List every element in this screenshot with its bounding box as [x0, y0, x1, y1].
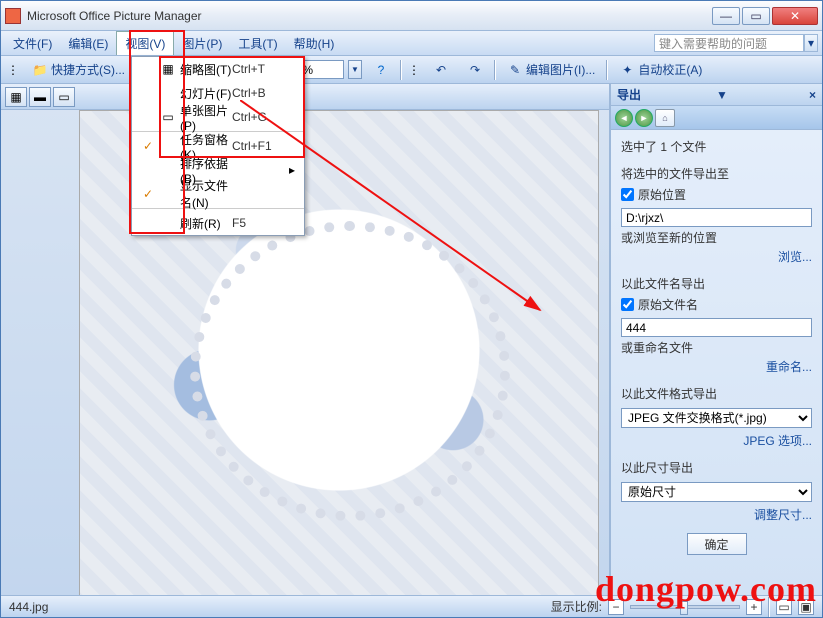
format-select[interactable]: JPEG 文件交换格式(*.jpg) — [621, 408, 812, 428]
name-sect-label: 以此文件名导出 — [621, 275, 812, 292]
size-select[interactable]: 原始尺寸 — [621, 482, 812, 502]
item-label: 单张图片(P) — [178, 102, 232, 133]
help-search-input[interactable]: 键入需要帮助的问题 — [654, 34, 804, 52]
menu-item[interactable]: 刷新(R)F5 — [132, 211, 304, 235]
orig-name-check[interactable] — [621, 298, 634, 311]
edit-icon: ✎ — [507, 62, 523, 78]
path-input[interactable] — [621, 208, 812, 227]
item-icon: ▭ — [158, 110, 178, 124]
menu-item[interactable]: ▦缩略图(T)Ctrl+T — [132, 57, 304, 81]
auto-correct-button[interactable]: ✦自动校正(A) — [612, 59, 709, 81]
app-icon — [5, 8, 21, 24]
separator — [400, 60, 402, 80]
size-sect-label: 以此尺寸导出 — [621, 459, 812, 476]
nav-back-button[interactable]: ◄ — [615, 109, 633, 127]
toolbar: ⋮ 📁快捷方式(S)... ▦ ▬ ▭ 🔍 93% ▼ ? ⋮ ↶ ↷ ✎编辑图… — [1, 56, 822, 84]
view-menu-dropdown: ▦缩略图(T)Ctrl+T幻灯片(F)Ctrl+B▭单张图片(P)Ctrl+G✓… — [131, 56, 305, 236]
item-label: 刷新(R) — [178, 215, 232, 232]
image-canvas: ▦ ▬ ▭ — [1, 84, 610, 595]
panel-header: 导出 ▼ × — [611, 84, 822, 106]
rotate-left-icon: ↶ — [433, 62, 449, 78]
jpeg-options-link[interactable]: JPEG 选项... — [621, 432, 812, 449]
view-btn-2[interactable]: ▬ — [29, 87, 51, 107]
shortcut-label: Ctrl+G — [232, 110, 286, 124]
rename-label: 或重命名文件 — [621, 339, 812, 356]
menu-help[interactable]: 帮助(H) — [286, 32, 343, 55]
nav-fwd-button[interactable]: ► — [635, 109, 653, 127]
rotate-right-button[interactable]: ↷ — [460, 59, 490, 81]
view-btn-1[interactable]: ▦ — [5, 87, 27, 107]
menu-bar: 文件(F) 编辑(E) 视图(V) 图片(P) 工具(T) 帮助(H) 键入需要… — [1, 31, 822, 56]
shortcut-label: F5 — [232, 216, 286, 230]
view-btn-3[interactable]: ▭ — [53, 87, 75, 107]
orig-location-label: 原始位置 — [638, 186, 686, 203]
help-dropdown[interactable]: ▾ — [804, 34, 818, 52]
panel-nav: ◄ ► ⌂ — [611, 106, 822, 130]
menu-edit[interactable]: 编辑(E) — [60, 32, 116, 55]
shortcut-label: Ctrl+B — [232, 86, 286, 100]
check-icon: ✓ — [138, 139, 158, 153]
menu-item[interactable]: ✓显示文件名(N) — [132, 182, 304, 206]
submenu-arrow-icon: ▸ — [286, 163, 298, 177]
maximize-button[interactable]: ▭ — [742, 7, 770, 25]
selection-count: 选中了 1 个文件 — [621, 138, 812, 155]
item-label: 显示文件名(N) — [178, 177, 232, 211]
grip-icon: ⋮ — [5, 62, 21, 78]
separator — [606, 60, 608, 80]
browse-link[interactable]: 浏览... — [621, 248, 812, 265]
help-icon: ? — [373, 62, 389, 78]
menu-file[interactable]: 文件(F) — [5, 32, 60, 55]
shortcut-label: Ctrl+F1 — [232, 139, 286, 153]
orig-name-label: 原始文件名 — [638, 296, 698, 313]
ok-button[interactable]: 确定 — [687, 533, 747, 555]
rename-link[interactable]: 重命名... — [621, 358, 812, 375]
panel-dropdown-icon[interactable]: ▼ — [716, 88, 728, 102]
menu-view[interactable]: 视图(V) — [116, 31, 174, 55]
orig-name-checkbox[interactable]: 原始文件名 — [621, 296, 812, 313]
window-title: Microsoft Office Picture Manager — [27, 9, 712, 23]
shortcut-label: 快捷方式(S)... — [51, 61, 125, 78]
orig-location-check[interactable] — [621, 188, 634, 201]
panel-title: 导出 — [617, 86, 641, 103]
close-button[interactable]: ✕ — [772, 7, 818, 25]
export-panel: 导出 ▼ × ◄ ► ⌂ 选中了 1 个文件 将选中的文件导出至 原始位置 或浏… — [610, 84, 822, 595]
resize-link[interactable]: 调整尺寸... — [621, 506, 812, 523]
separator — [494, 60, 496, 80]
watermark: dongpow.com — [595, 568, 817, 610]
item-icon: ▦ — [158, 62, 178, 76]
export-to-label: 将选中的文件导出至 — [621, 165, 812, 182]
panel-close-icon[interactable]: × — [809, 88, 816, 102]
item-label: 幻灯片(F) — [178, 85, 232, 102]
item-label: 缩略图(T) — [178, 61, 232, 78]
filename-input[interactable] — [621, 318, 812, 337]
menu-tools[interactable]: 工具(T) — [230, 32, 285, 55]
shortcut-button[interactable]: 📁快捷方式(S)... — [25, 59, 132, 81]
fmt-sect-label: 以此文件格式导出 — [621, 385, 812, 402]
rotate-left-button[interactable]: ↶ — [426, 59, 456, 81]
rotate-right-icon: ↷ — [467, 62, 483, 78]
check-icon: ✓ — [138, 187, 158, 201]
shortcut-icon: 📁 — [32, 62, 48, 78]
shortcut-label: Ctrl+T — [232, 62, 286, 76]
orig-location-checkbox[interactable]: 原始位置 — [621, 186, 812, 203]
status-filename: 444.jpg — [9, 600, 48, 614]
menu-picture[interactable]: 图片(P) — [174, 32, 230, 55]
help-button[interactable]: ? — [366, 59, 396, 81]
auto-label: 自动校正(A) — [638, 61, 702, 78]
view-bar: ▦ ▬ ▭ — [1, 84, 609, 110]
auto-icon: ✦ — [619, 62, 635, 78]
browse-to-label: 或浏览至新的位置 — [621, 229, 812, 246]
edit-label: 编辑图片(I)... — [526, 61, 595, 78]
menu-item[interactable]: ▭单张图片(P)Ctrl+G — [132, 105, 304, 129]
minimize-button[interactable]: — — [712, 7, 740, 25]
nav-home-button[interactable]: ⌂ — [655, 109, 675, 127]
grip-icon: ⋮ — [406, 62, 422, 78]
zoom-dropdown[interactable]: ▼ — [348, 60, 362, 79]
title-bar: Microsoft Office Picture Manager — ▭ ✕ — [1, 1, 822, 31]
edit-picture-button[interactable]: ✎编辑图片(I)... — [500, 59, 602, 81]
